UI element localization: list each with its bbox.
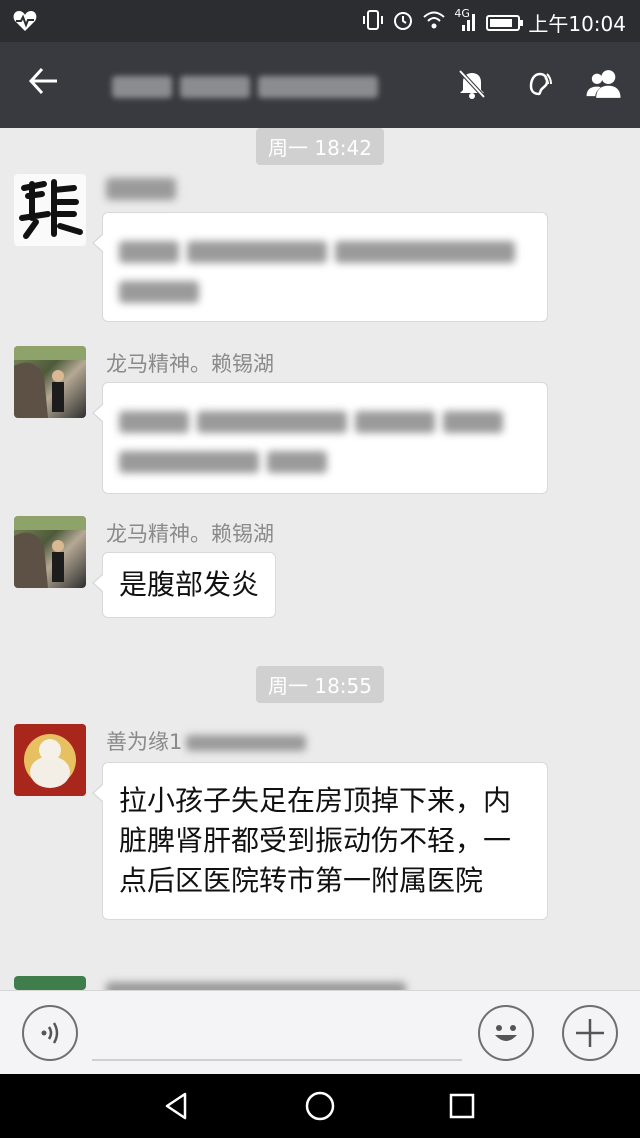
message-bubble[interactable]: 拉小孩子失足在房顶掉下来，内脏脾肾肝都受到振动伤不轻，一点后区医院转市第一附属医… xyxy=(92,762,548,920)
message-item: 善为缘1 拉小孩子失足在房顶掉下来，内脏脾肾肝都受到振动伤不轻，一点后区医院转市… xyxy=(14,724,574,954)
sender-name: 善为缘1 xyxy=(106,726,307,756)
avatar[interactable] xyxy=(14,516,86,588)
battery-icon xyxy=(486,14,524,31)
voice-icon xyxy=(41,1022,59,1044)
signal-icon: 4G xyxy=(454,7,478,34)
vibrate-icon xyxy=(362,9,384,36)
chat-input-bar xyxy=(0,990,640,1074)
message-bubble[interactable]: 是腹部发炎 xyxy=(91,552,277,618)
buddha-avatar xyxy=(14,724,86,796)
message-bubble-redacted[interactable] xyxy=(92,212,548,322)
message-list[interactable]: 周一 18:42 龙马精神。赖锡湖 龙马精神。赖锡湖 是腹部发炎 周一 18:5… xyxy=(0,128,640,990)
more-button[interactable] xyxy=(562,1005,618,1061)
sender-name-redacted xyxy=(106,176,176,200)
status-time: 上午10:04 xyxy=(528,12,626,36)
chat-title-redacted xyxy=(112,64,432,108)
plus-icon xyxy=(576,1019,604,1047)
system-nav-bar xyxy=(0,1074,640,1138)
nav-back-button[interactable] xyxy=(158,1088,194,1124)
sender-name: 龙马精神。赖锡湖 xyxy=(106,522,274,546)
emoji-icon xyxy=(495,1025,517,1041)
message-item-partial xyxy=(14,976,574,990)
sender-name: 龙马精神。赖锡湖 xyxy=(106,352,274,376)
recents-square-icon xyxy=(449,1093,475,1119)
network-type: 4G xyxy=(454,7,470,20)
nav-home-button[interactable] xyxy=(302,1088,338,1124)
status-bar: 4G 上午10:04 xyxy=(0,0,640,42)
message-input[interactable] xyxy=(92,1059,462,1061)
voice-button[interactable] xyxy=(22,1005,78,1061)
mute-icon[interactable] xyxy=(452,62,492,106)
message-item xyxy=(14,174,574,334)
back-triangle-icon xyxy=(165,1092,187,1120)
heart-pulse-icon xyxy=(12,9,38,39)
alarm-icon xyxy=(392,9,414,36)
sender-name-redacted xyxy=(106,976,406,990)
message-bubble-redacted[interactable] xyxy=(92,382,548,494)
message-timestamp: 周一 18:42 xyxy=(256,128,384,165)
wifi-icon xyxy=(422,10,446,35)
group-members-icon[interactable] xyxy=(584,62,624,106)
avatar[interactable] xyxy=(14,724,86,796)
avatar[interactable] xyxy=(14,976,86,990)
nav-recents-button[interactable] xyxy=(444,1088,480,1124)
chat-title-bar xyxy=(0,42,640,128)
message-timestamp: 周一 18:55 xyxy=(256,666,384,703)
dragon-calligraphy-avatar xyxy=(19,179,83,239)
back-button[interactable] xyxy=(22,64,66,108)
message-item: 龙马精神。赖锡湖 是腹部发炎 xyxy=(14,516,574,626)
earpiece-icon[interactable] xyxy=(518,62,558,106)
emoji-button[interactable] xyxy=(478,1005,534,1061)
person-photo-avatar xyxy=(14,346,86,418)
avatar[interactable] xyxy=(14,346,86,418)
message-item: 龙马精神。赖锡湖 xyxy=(14,346,574,496)
avatar[interactable] xyxy=(14,174,86,246)
person-photo-avatar xyxy=(14,516,86,588)
back-arrow-icon xyxy=(28,67,57,95)
home-circle-icon xyxy=(305,1091,335,1121)
